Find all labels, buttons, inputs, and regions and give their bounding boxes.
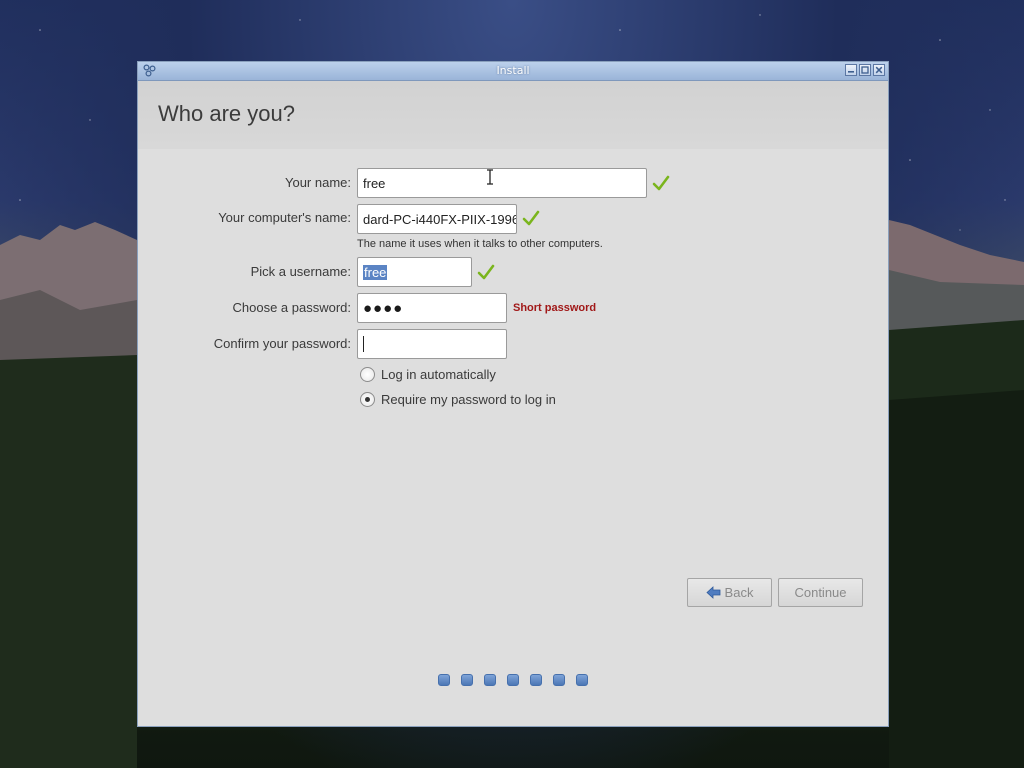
name-label: Your name: <box>284 175 351 190</box>
password-value: ●●●● <box>363 299 404 317</box>
step-progress <box>438 674 588 686</box>
minimize-button[interactable] <box>845 64 857 76</box>
page-header: Who are you? <box>138 81 888 149</box>
computer-name-label: Your computer's name: <box>218 210 351 225</box>
login-automatically-label: Log in automatically <box>381 367 496 382</box>
login-automatically-radio[interactable] <box>360 367 375 382</box>
installer-window: Install Who are you? Your name: free You… <box>137 61 889 727</box>
progress-step <box>530 674 542 686</box>
computer-name-valid-check-icon <box>522 210 540 226</box>
username-field[interactable]: free <box>357 257 472 287</box>
page-title: Who are you? <box>158 101 295 126</box>
maximize-button[interactable] <box>859 64 871 76</box>
username-label: Pick a username: <box>250 264 351 279</box>
require-password-radio[interactable] <box>360 392 375 407</box>
back-button[interactable]: Back <box>687 578 772 607</box>
computer-name-hint: The name it uses when it talks to other … <box>357 238 603 250</box>
close-icon <box>875 66 883 74</box>
progress-step <box>438 674 450 686</box>
username-valid-check-icon <box>477 264 495 280</box>
confirm-password-field[interactable] <box>357 329 507 359</box>
close-button[interactable] <box>873 64 885 76</box>
text-cursor-icon <box>487 169 493 185</box>
name-valid-check-icon <box>652 175 670 191</box>
require-password-label: Require my password to log in <box>381 392 556 407</box>
password-label: Choose a password: <box>232 300 351 315</box>
name-field[interactable]: free <box>357 168 647 198</box>
username-value: free <box>363 264 388 280</box>
back-button-label: Back <box>724 585 754 600</box>
radio-selected-dot <box>365 397 370 402</box>
computer-name-field[interactable]: dard-PC-i440FX-PIIX-1996 <box>357 204 517 234</box>
require-password-option[interactable]: Require my password to log in <box>360 392 556 407</box>
continue-button[interactable]: Continue <box>778 578 863 607</box>
password-strength-warning: Short password <box>513 302 597 314</box>
confirm-password-label: Confirm your password: <box>213 336 351 351</box>
progress-step <box>507 674 519 686</box>
login-automatically-option[interactable]: Log in automatically <box>360 367 496 382</box>
title-bar[interactable]: Install <box>138 62 888 81</box>
password-field[interactable]: ●●●● <box>357 293 507 323</box>
window-title: Install <box>496 64 530 77</box>
text-caret <box>363 336 364 352</box>
computer-name-value: dard-PC-i440FX-PIIX-1996 <box>363 211 517 227</box>
progress-step <box>576 674 588 686</box>
name-value: free <box>363 175 386 191</box>
minimize-icon <box>848 71 854 73</box>
progress-step <box>553 674 565 686</box>
back-arrow-icon <box>705 586 720 599</box>
progress-step <box>461 674 473 686</box>
maximize-icon <box>861 66 869 74</box>
progress-step <box>484 674 496 686</box>
continue-button-label: Continue <box>794 585 847 600</box>
